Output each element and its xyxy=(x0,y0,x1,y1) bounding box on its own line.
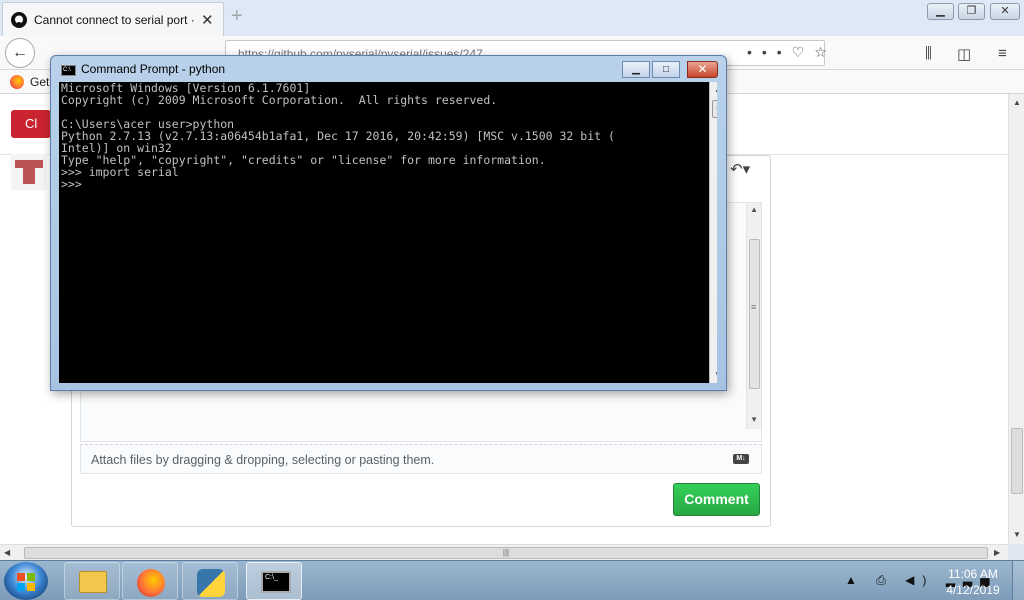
markdown-icon[interactable]: M↓ xyxy=(733,454,749,464)
library-icon[interactable]: ⫼ xyxy=(925,45,932,62)
comment-button[interactable]: Comment xyxy=(673,483,760,516)
scroll-down-icon[interactable]: ▼ xyxy=(1013,530,1021,539)
close-issue-button[interactable]: Cl xyxy=(11,110,51,138)
browser-tab-strip: Cannot connect to serial port · Issue ✕ … xyxy=(0,0,1024,36)
window-restore-button[interactable]: ❐ xyxy=(958,3,985,20)
textarea-scroll-thumb[interactable] xyxy=(749,239,760,389)
explorer-taskbar-button[interactable] xyxy=(64,562,120,600)
console-output[interactable]: Microsoft Windows [Version 6.1.7601] Cop… xyxy=(59,82,717,383)
reply-arrow-icon[interactable]: ↶▾ xyxy=(730,160,750,178)
tab-title: Cannot connect to serial port · Issue xyxy=(34,13,194,27)
scroll-up-icon[interactable]: ▲ xyxy=(750,205,758,214)
scroll-down-icon[interactable]: ▼ xyxy=(750,415,758,424)
new-tab-icon[interactable]: + xyxy=(231,5,243,28)
horizontal-scroll-thumb[interactable]: ||| xyxy=(24,547,988,559)
avatar[interactable] xyxy=(11,154,47,190)
console-scroll-thumb[interactable]: ≡ xyxy=(712,100,717,118)
bookmark-item[interactable]: Get xyxy=(10,75,49,89)
scroll-left-icon[interactable]: ◀ xyxy=(4,548,10,557)
firefox-taskbar-button[interactable] xyxy=(122,562,178,600)
browser-tab[interactable]: Cannot connect to serial port · Issue ✕ xyxy=(2,2,224,36)
cmd-close-button[interactable]: ✕ xyxy=(687,61,718,78)
firefox-icon xyxy=(10,75,24,89)
scroll-up-icon[interactable]: ▲ xyxy=(1013,98,1021,107)
window-close-button[interactable]: ✕ xyxy=(990,3,1020,20)
cmd-window-title: Command Prompt - python xyxy=(81,62,226,76)
console-scrollbar[interactable]: ▲ ≡ ▼ xyxy=(709,82,717,383)
cmd-minimize-button[interactable]: ▁ xyxy=(622,61,650,78)
menu-icon[interactable]: ≡ xyxy=(998,45,1007,62)
back-arrow-icon[interactable]: ← xyxy=(5,38,35,68)
scroll-up-icon[interactable]: ▲ xyxy=(714,85,717,94)
show-desktop-button[interactable] xyxy=(1012,561,1024,600)
python-icon xyxy=(197,569,225,597)
tab-close-icon[interactable]: ✕ xyxy=(201,11,214,29)
cmd-maximize-button[interactable]: □ xyxy=(652,61,680,78)
command-prompt-window[interactable]: C:\ Command Prompt - python ▁ □ ✕ Micros… xyxy=(50,55,727,391)
page-scroll-thumb[interactable] xyxy=(1011,428,1023,494)
folder-icon xyxy=(79,571,107,593)
clock-date: 4/12/2019 xyxy=(946,583,1000,597)
scroll-right-icon[interactable]: ▶ xyxy=(994,548,1000,557)
attach-hint: Attach files by dragging & dropping, sel… xyxy=(91,453,435,467)
scroll-down-icon[interactable]: ▼ xyxy=(714,370,717,379)
page-vertical-scrollbar[interactable]: ▲ ▼ xyxy=(1008,94,1024,544)
firefox-icon xyxy=(137,569,165,597)
clock[interactable]: 11:06 AM 4/12/2019 xyxy=(938,566,1008,598)
command-prompt-icon: C:\_ xyxy=(261,571,291,593)
console-text: Microsoft Windows [Version 6.1.7601] Cop… xyxy=(61,82,615,191)
github-icon xyxy=(11,12,27,28)
window-minimize-button[interactable]: ▁ xyxy=(927,3,954,20)
page-horizontal-scrollbar[interactable]: ◀ ||| ▶ xyxy=(0,544,1008,560)
textarea-scrollbar[interactable]: ▲ ▼ xyxy=(746,203,761,429)
cmd-taskbar-button[interactable]: C:\_ xyxy=(246,562,302,600)
attach-files-bar[interactable]: Attach files by dragging & dropping, sel… xyxy=(80,444,762,474)
bookmark-label: Get xyxy=(30,75,50,89)
command-prompt-icon: C:\ xyxy=(61,65,76,76)
page-actions-icons[interactable]: •••♡☆ xyxy=(747,44,837,61)
taskbar: C:\_ ▲ ⎙ ◀) ▂▃▅ 11:06 AM 4/12/2019 xyxy=(0,560,1024,600)
clock-time: 11:06 AM xyxy=(948,567,998,581)
sidebar-icon[interactable]: ◫ xyxy=(957,45,971,63)
python-taskbar-button[interactable] xyxy=(182,562,238,600)
start-button[interactable] xyxy=(4,562,48,600)
